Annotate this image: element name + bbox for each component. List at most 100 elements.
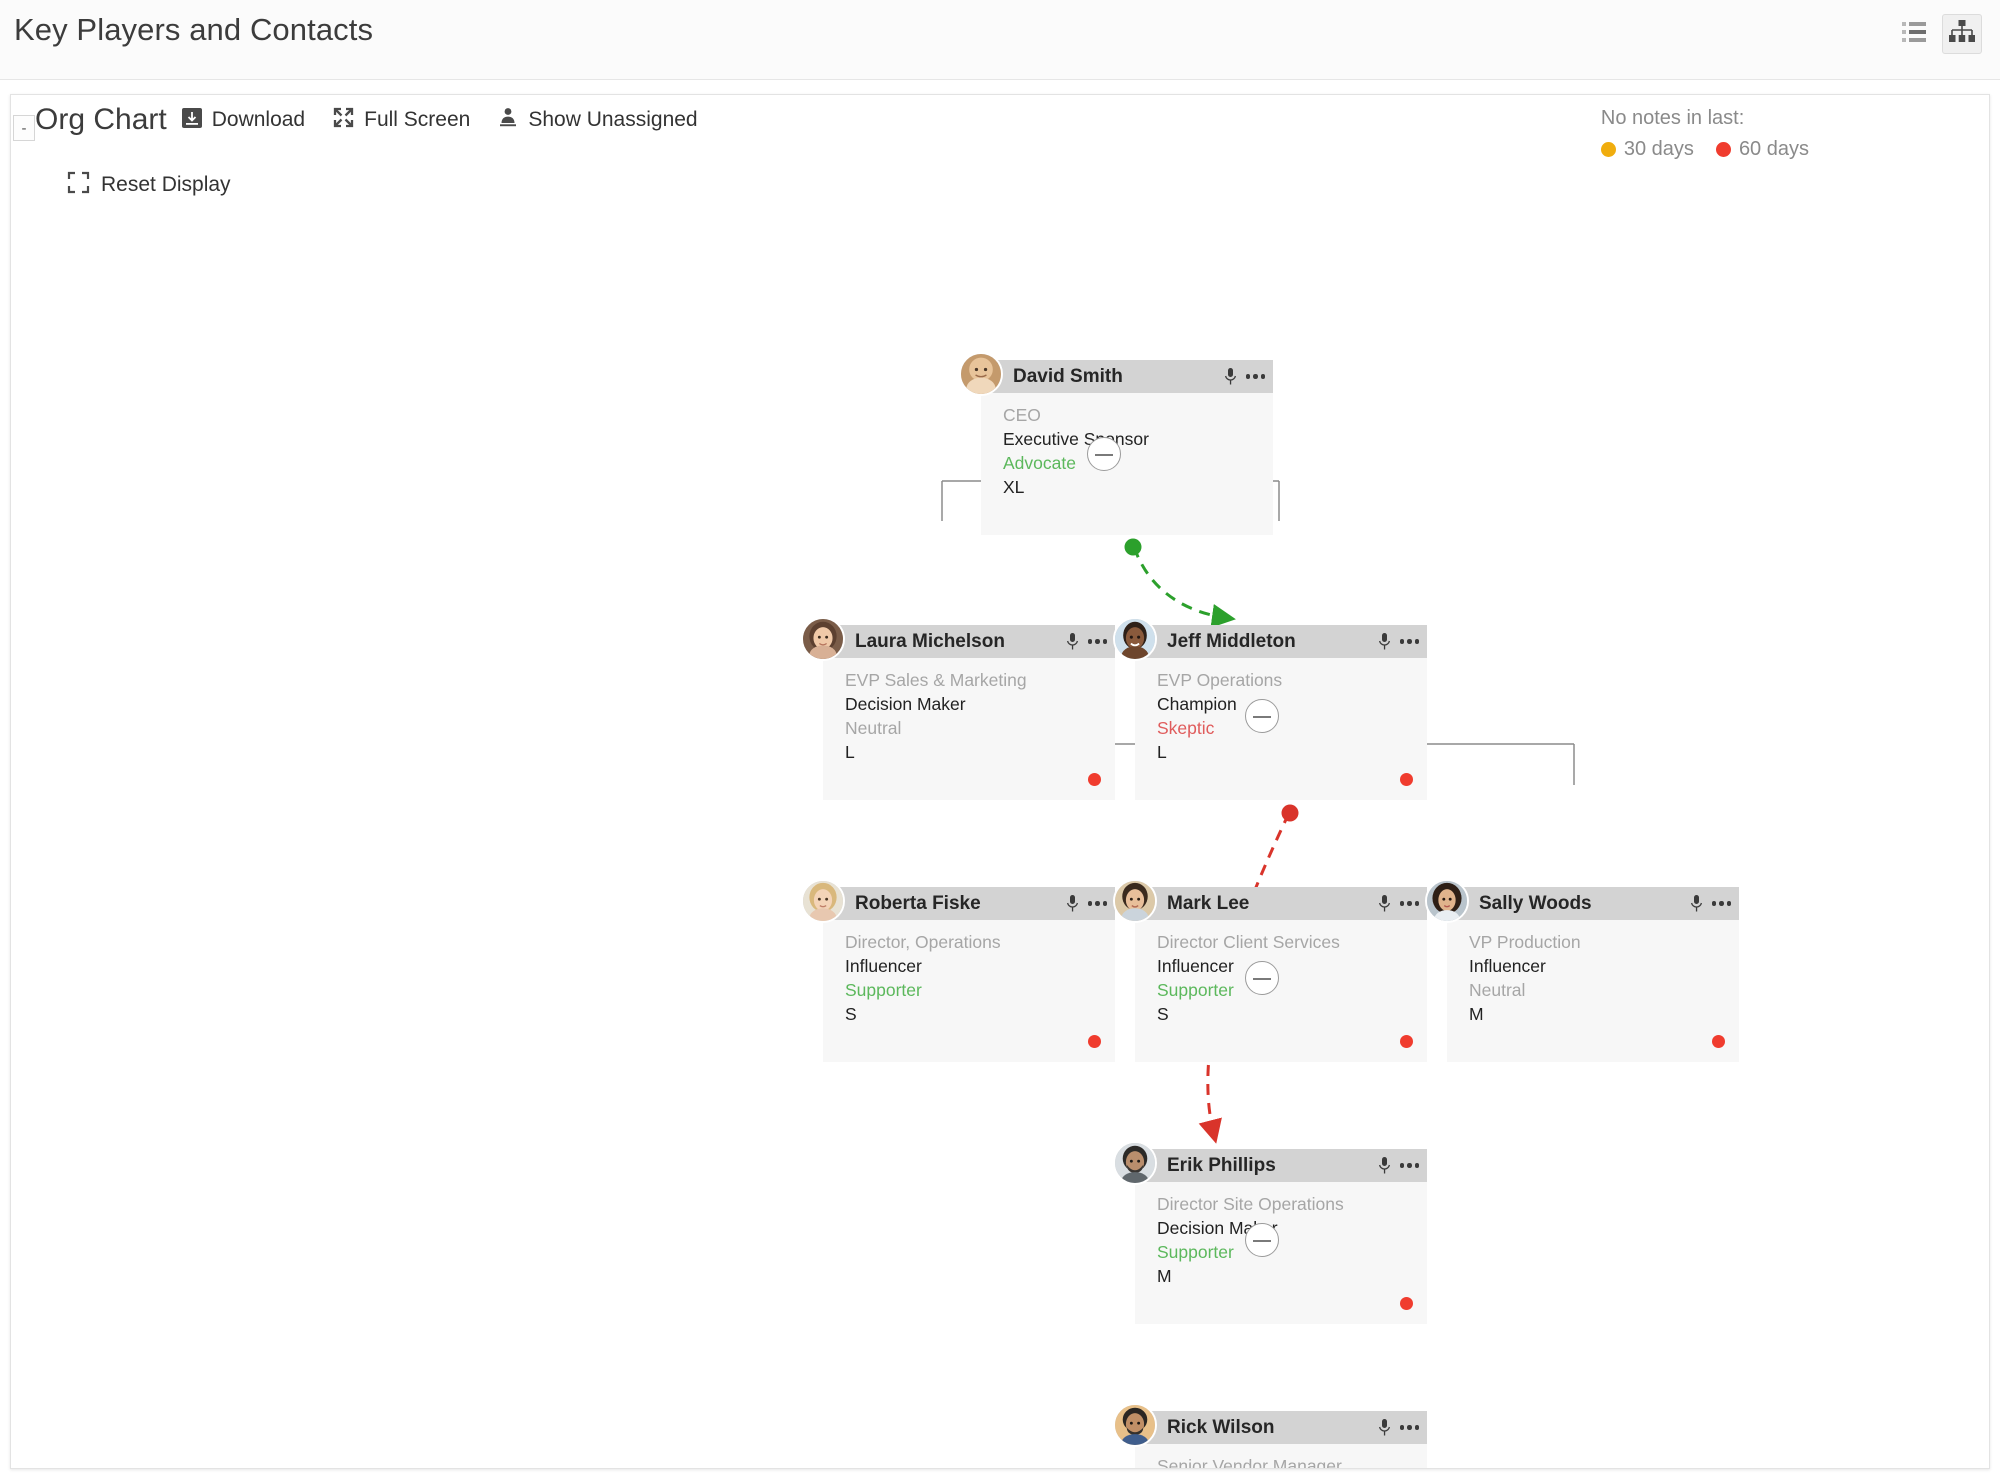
node-role: Executive Sponsor: [1003, 429, 1149, 449]
page-header: Key Players and Contacts: [0, 0, 2000, 80]
avatar[interactable]: [801, 617, 845, 661]
microphone-icon[interactable]: [1690, 894, 1703, 913]
node-header-actions: [1378, 1411, 1419, 1444]
node-role: Influencer: [845, 956, 922, 976]
more-options-icon[interactable]: [1399, 639, 1419, 644]
more-options-icon[interactable]: [1087, 901, 1107, 906]
node-size: S: [1157, 1004, 1169, 1024]
node-header-actions: [1378, 1149, 1419, 1182]
node-body: EVP Sales & Marketing Decision Maker Neu…: [823, 658, 1115, 800]
node-name: Mark Lee: [1167, 892, 1250, 914]
avatar[interactable]: [1113, 1141, 1157, 1185]
node-attitude: Supporter: [845, 980, 922, 1000]
node-body: VP Production Influencer Neutral M: [1447, 920, 1739, 1062]
node-title: VP Production: [1469, 932, 1581, 952]
node-size: M: [1469, 1004, 1484, 1024]
node-title: CEO: [1003, 405, 1041, 425]
microphone-icon[interactable]: [1066, 894, 1079, 913]
org-chart-canvas: David Smith CEO Executive Sponsor Advoca: [11, 95, 1989, 1469]
node-header-actions: [1224, 360, 1265, 393]
node-body: EVP Operations Champion Skeptic L: [1135, 658, 1427, 800]
panel-collapse-handle[interactable]: -: [13, 115, 35, 141]
status-badge: [1400, 1297, 1413, 1310]
avatar[interactable]: [801, 879, 845, 923]
node-role: Influencer: [1469, 956, 1546, 976]
org-chart-view-button[interactable]: [1942, 14, 1982, 54]
org-node-mark-lee[interactable]: Mark Lee Director Client Services Influe…: [1113, 879, 1427, 1062]
node-role: Decision Maker: [845, 694, 966, 714]
more-options-icon[interactable]: [1399, 901, 1419, 906]
node-body: Director, Operations Influencer Supporte…: [823, 920, 1115, 1062]
org-node-erik-phillips[interactable]: Erik Phillips Director Site Operations D…: [1113, 1141, 1427, 1324]
node-header: Roberta Fiske: [801, 879, 1115, 923]
microphone-icon[interactable]: [1378, 1418, 1391, 1437]
node-name: Sally Woods: [1479, 892, 1592, 914]
node-title: EVP Sales & Marketing: [845, 670, 1027, 690]
node-name: Jeff Middleton: [1167, 630, 1296, 652]
collapse-toggle-erik-phillips[interactable]: [1245, 1223, 1279, 1257]
node-role: Champion: [1157, 694, 1237, 714]
org-chart-panel: - Org Chart Download Full Screen Show Un…: [10, 94, 1990, 1469]
microphone-icon[interactable]: [1378, 894, 1391, 913]
node-attitude: Skeptic: [1157, 718, 1215, 738]
node-body: CEO Executive Sponsor Advocate XL: [981, 393, 1273, 535]
node-header: Sally Woods: [1425, 879, 1739, 923]
org-node-rick-wilson[interactable]: Rick Wilson Senior Vendor Manager Recomm…: [1113, 1403, 1427, 1469]
node-size: XL: [1003, 477, 1025, 497]
collapse-toggle-mark-lee[interactable]: [1245, 961, 1279, 995]
list-view-button[interactable]: [1894, 14, 1934, 54]
more-options-icon[interactable]: [1245, 374, 1265, 379]
avatar[interactable]: [1113, 1403, 1157, 1447]
node-name: Rick Wilson: [1167, 1416, 1275, 1438]
node-body: Director Site Operations Decision Maker …: [1135, 1182, 1427, 1324]
more-options-icon[interactable]: [1087, 639, 1107, 644]
node-name: Erik Phillips: [1167, 1154, 1276, 1176]
microphone-icon[interactable]: [1378, 632, 1391, 651]
collapse-toggle-david-smith[interactable]: [1087, 437, 1121, 471]
more-options-icon[interactable]: [1399, 1163, 1419, 1168]
node-title: Senior Vendor Manager: [1157, 1456, 1342, 1469]
node-body: Senior Vendor Manager Recommender Hostil…: [1135, 1444, 1427, 1469]
node-attitude: Supporter: [1157, 1242, 1234, 1262]
org-node-david-smith[interactable]: David Smith CEO Executive Sponsor Advoca: [959, 352, 1273, 535]
org-node-sally-woods[interactable]: Sally Woods VP Production Influencer Neu: [1425, 879, 1739, 1062]
status-badge: [1088, 1035, 1101, 1048]
node-attitude: Advocate: [1003, 453, 1076, 473]
node-size: L: [1157, 742, 1167, 762]
avatar[interactable]: [1425, 879, 1469, 923]
node-title: EVP Operations: [1157, 670, 1283, 690]
node-header: Jeff Middleton: [1113, 617, 1427, 661]
status-badge: [1400, 1035, 1413, 1048]
node-header: David Smith: [959, 352, 1273, 396]
node-name: Roberta Fiske: [855, 892, 981, 914]
node-attitude: Supporter: [1157, 980, 1234, 1000]
status-badge: [1088, 773, 1101, 786]
node-header-actions: [1378, 887, 1419, 920]
node-role: Decision Maker: [1157, 1218, 1278, 1238]
microphone-icon[interactable]: [1066, 632, 1079, 651]
org-node-roberta-fiske[interactable]: Roberta Fiske Director, Operations Influ…: [801, 879, 1115, 1062]
more-options-icon[interactable]: [1399, 1425, 1419, 1430]
node-title: Director Site Operations: [1157, 1194, 1344, 1214]
view-toggle-group: [1894, 14, 1982, 54]
microphone-icon[interactable]: [1378, 1156, 1391, 1175]
avatar[interactable]: [959, 352, 1003, 396]
list-icon: [1902, 21, 1926, 48]
node-header-actions: [1066, 887, 1107, 920]
avatar[interactable]: [1113, 617, 1157, 661]
node-body: Director Client Services Influencer Supp…: [1135, 920, 1427, 1062]
node-header-actions: [1690, 887, 1731, 920]
org-node-laura-michelson[interactable]: Laura Michelson EVP Sales & Marketing De…: [801, 617, 1115, 800]
node-header: Rick Wilson: [1113, 1403, 1427, 1447]
node-title: Director Client Services: [1157, 932, 1340, 952]
org-node-jeff-middleton[interactable]: Jeff Middleton EVP Operations Champion S: [1113, 617, 1427, 800]
node-attitude: Neutral: [845, 718, 902, 738]
node-attitude: Neutral: [1469, 980, 1526, 1000]
avatar[interactable]: [1113, 879, 1157, 923]
node-header: Erik Phillips: [1113, 1141, 1427, 1185]
collapse-toggle-jeff-middleton[interactable]: [1245, 699, 1279, 733]
status-badge: [1712, 1035, 1725, 1048]
node-header-actions: [1378, 625, 1419, 658]
microphone-icon[interactable]: [1224, 367, 1237, 386]
more-options-icon[interactable]: [1711, 901, 1731, 906]
